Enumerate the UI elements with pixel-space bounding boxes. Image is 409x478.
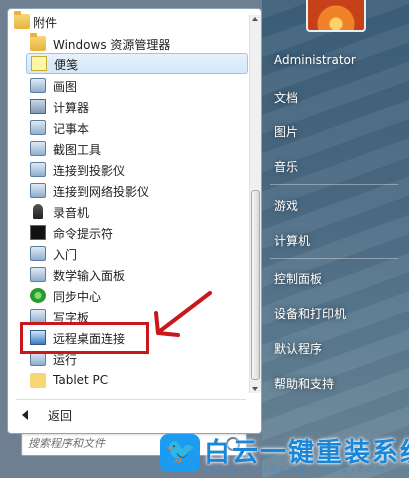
watermark-url: www.baiyunxitong.com bbox=[204, 465, 389, 475]
snipping-tool-icon bbox=[30, 141, 46, 156]
list-item-connect-projector[interactable]: 连接到投影仪 bbox=[8, 159, 242, 180]
right-item-documents[interactable]: 文档 bbox=[274, 89, 298, 106]
list-item-label: 连接到网络投影仪 bbox=[53, 185, 150, 199]
annotation-arrow-icon bbox=[154, 291, 212, 337]
scrollbar[interactable] bbox=[249, 15, 261, 393]
list-item-windows-explorer[interactable]: Windows 资源管理器 bbox=[8, 33, 242, 54]
list-item-notepad[interactable]: 记事本 bbox=[8, 117, 242, 138]
user-avatar[interactable] bbox=[306, 0, 366, 32]
right-separator bbox=[270, 258, 398, 259]
list-item-label: 同步中心 bbox=[53, 290, 102, 304]
right-item-help-support[interactable]: 帮助和支持 bbox=[274, 375, 334, 392]
scroll-up-arrow-icon[interactable] bbox=[252, 17, 258, 21]
math-input-icon bbox=[30, 267, 46, 282]
list-item-snipping-tool[interactable]: 截图工具 bbox=[8, 138, 242, 159]
back-button[interactable]: 返回 bbox=[8, 403, 248, 425]
watermark: 白云一键重装系统 www.baiyunxitong.com bbox=[152, 434, 409, 478]
right-item-devices-printers[interactable]: 设备和打印机 bbox=[274, 305, 346, 322]
calculator-icon bbox=[30, 99, 46, 114]
back-label: 返回 bbox=[48, 409, 73, 423]
list-item-label: 附件 bbox=[33, 16, 58, 30]
list-item-command-prompt[interactable]: 命令提示符 bbox=[8, 222, 242, 243]
network-projector-icon bbox=[30, 183, 46, 198]
right-item-computer[interactable]: 计算机 bbox=[274, 232, 310, 249]
screenshot-root: Administrator 文档 图片 音乐 游戏 计算机 控制面板 设备和打印… bbox=[0, 0, 409, 478]
notepad-icon bbox=[30, 120, 46, 135]
list-item-label: 命令提示符 bbox=[53, 227, 114, 241]
back-arrow-icon bbox=[22, 410, 28, 420]
list-item-sound-recorder[interactable]: 录音机 bbox=[8, 201, 242, 222]
list-item-label: 便笺 bbox=[54, 58, 79, 72]
list-item-label: 数学输入面板 bbox=[53, 269, 126, 283]
watermark-title: 白云一键重装系统 bbox=[204, 438, 409, 468]
right-item-music[interactable]: 音乐 bbox=[274, 158, 298, 175]
command-prompt-icon bbox=[30, 225, 46, 240]
folder-icon bbox=[30, 373, 46, 388]
right-separator bbox=[270, 184, 398, 185]
list-item-math-input[interactable]: 数学输入面板 bbox=[8, 264, 242, 285]
list-item-label: 入门 bbox=[53, 248, 78, 262]
projector-icon bbox=[30, 162, 46, 177]
list-item-label: 截图工具 bbox=[53, 143, 102, 157]
scroll-down-arrow-icon[interactable] bbox=[252, 387, 258, 391]
list-item-label: 画图 bbox=[53, 80, 78, 94]
divider bbox=[16, 399, 246, 400]
list-item-label: Windows 资源管理器 bbox=[53, 38, 171, 52]
sync-center-icon bbox=[30, 288, 46, 303]
list-item-calculator[interactable]: 计算器 bbox=[8, 96, 242, 117]
microphone-icon bbox=[33, 204, 43, 219]
start-menu-left-pane: 附件 Windows 资源管理器 便笺 画图 计算器 记事本 截图工具 连接到投… bbox=[7, 8, 262, 434]
scroll-thumb[interactable] bbox=[251, 190, 260, 380]
list-item-sticky-notes[interactable]: 便笺 bbox=[26, 53, 248, 74]
paint-icon bbox=[30, 78, 46, 93]
twitter-bird-icon bbox=[160, 434, 200, 472]
list-item-network-projector[interactable]: 连接到网络投影仪 bbox=[8, 180, 242, 201]
list-item-paint[interactable]: 画图 bbox=[8, 75, 242, 96]
right-item-games[interactable]: 游戏 bbox=[274, 197, 298, 214]
sticky-notes-icon bbox=[31, 56, 47, 71]
list-item-label: 记事本 bbox=[53, 122, 90, 136]
list-item-getting-started[interactable]: 入门 bbox=[8, 243, 242, 264]
right-item-control-panel[interactable]: 控制面板 bbox=[274, 270, 322, 287]
list-item-accessories[interactable]: 附件 bbox=[8, 11, 242, 32]
list-item-tablet-pc[interactable]: Tablet PC bbox=[8, 370, 242, 391]
highlight-box bbox=[20, 322, 149, 354]
right-item-administrator[interactable]: Administrator bbox=[274, 53, 356, 67]
list-item-label: Tablet PC bbox=[53, 373, 109, 387]
list-item-label: 连接到投影仪 bbox=[53, 164, 126, 178]
explorer-icon bbox=[30, 33, 46, 51]
right-item-pictures[interactable]: 图片 bbox=[274, 123, 298, 140]
folder-icon bbox=[14, 11, 30, 29]
list-item-label: 录音机 bbox=[53, 206, 90, 220]
right-item-default-programs[interactable]: 默认程序 bbox=[274, 340, 322, 357]
list-item-label: 计算器 bbox=[53, 101, 90, 115]
getting-started-icon bbox=[30, 246, 46, 261]
